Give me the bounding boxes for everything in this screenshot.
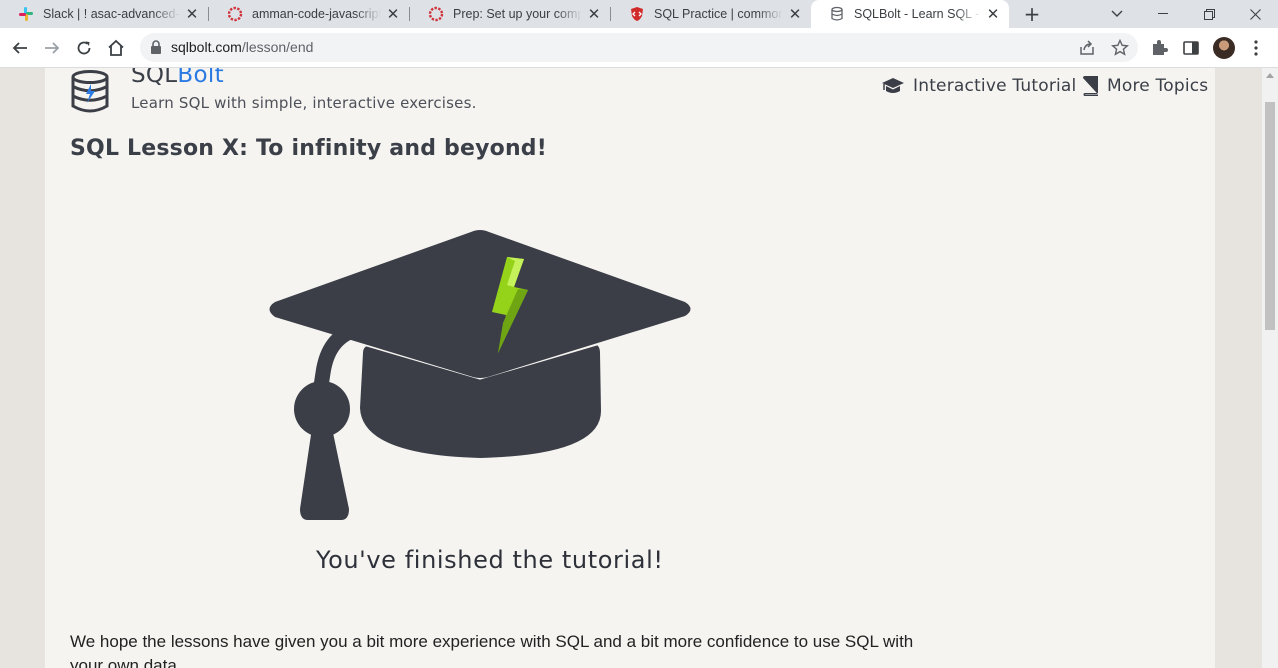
minimize-icon (1158, 13, 1168, 14)
star-icon[interactable] (1111, 39, 1129, 57)
side-panel-button[interactable] (1180, 37, 1202, 59)
tab-sqlbolt[interactable]: SQLBolt - Learn SQL - SQL ✕ (811, 0, 1009, 28)
slack-icon (18, 6, 34, 22)
url-text[interactable]: sqlbolt.com/lesson/end (171, 39, 313, 55)
url-path: /lesson/end (241, 39, 314, 55)
nav-interactive-tutorial[interactable]: Interactive Tutorial (881, 76, 1076, 96)
url-host: sqlbolt.com (171, 39, 242, 55)
restore-button[interactable] (1186, 0, 1232, 28)
lesson-title: SQL Lesson X: To infinity and beyond! (70, 136, 547, 161)
reload-icon (77, 41, 91, 55)
tab-prep-setup[interactable]: Prep: Set up your computer ✕ (410, 0, 610, 28)
home-icon (108, 39, 124, 56)
lock-icon[interactable] (150, 40, 162, 54)
shield-icon (629, 6, 645, 22)
book-icon (1083, 76, 1098, 96)
site-brand[interactable]: SQLBolt (131, 68, 224, 88)
tab-sql-practice[interactable]: SQL Practice | common_c ✕ (611, 0, 811, 28)
finished-message: You've finished the tutorial! (316, 546, 664, 574)
page-viewport: SQLBolt Learn SQL with simple, interacti… (0, 68, 1262, 668)
tab-title: amman-code-javascript-4 (252, 7, 381, 21)
restore-icon (1203, 8, 1215, 20)
address-bar[interactable]: sqlbolt.com/lesson/end (140, 33, 1138, 62)
tab-amman-code[interactable]: amman-code-javascript-4 ✕ (209, 0, 409, 28)
codefellows-icon (428, 6, 444, 22)
close-icon[interactable]: ✕ (385, 5, 401, 23)
chevron-down-icon (1111, 10, 1123, 17)
brand-bolt: Bolt (177, 68, 224, 88)
new-tab-button[interactable]: + (1020, 2, 1044, 26)
closing-paragraph: We hope the lessons have given you a bit… (70, 632, 914, 668)
database-logo-icon[interactable] (70, 70, 110, 114)
browser-toolbar: sqlbolt.com/lesson/end (0, 28, 1278, 68)
arrow-left-icon (12, 42, 27, 54)
extensions-button[interactable] (1148, 37, 1170, 59)
puzzle-icon (1153, 40, 1168, 55)
close-window-button[interactable] (1232, 0, 1278, 28)
home-button[interactable] (102, 34, 130, 62)
nav-more-topics[interactable]: More Topics (1082, 76, 1208, 96)
back-button[interactable] (6, 34, 34, 62)
menu-button[interactable] (1245, 37, 1267, 59)
nav-label: Interactive Tutorial (913, 76, 1077, 96)
close-icon[interactable]: ✕ (787, 5, 803, 23)
scrollbar-thumb[interactable] (1265, 102, 1275, 330)
page-scrollbar[interactable] (1262, 68, 1278, 668)
codefellows-icon (227, 6, 243, 22)
tab-title: SQLBolt - Learn SQL - SQL (854, 7, 981, 21)
graduation-cap-icon (882, 78, 904, 93)
side-panel-icon (1183, 41, 1199, 55)
site-tagline: Learn SQL with simple, interactive exerc… (131, 94, 477, 112)
kebab-menu-icon (1254, 40, 1258, 56)
reload-button[interactable] (70, 34, 98, 62)
brand-sql: SQL (131, 68, 178, 88)
tab-slack[interactable]: Slack | ! asac-advanced-js ✕ (0, 0, 208, 28)
tab-title: Slack | ! asac-advanced-js (43, 7, 180, 21)
close-icon (1249, 8, 1261, 20)
close-icon[interactable]: ✕ (586, 5, 602, 23)
graduation-cap-illustration (269, 230, 691, 520)
tab-search-button[interactable] (1094, 0, 1140, 28)
close-icon[interactable]: ✕ (985, 5, 1001, 23)
nav-label: More Topics (1107, 76, 1209, 96)
minimize-button[interactable] (1140, 0, 1186, 28)
arrow-right-icon (45, 42, 60, 54)
tab-title: SQL Practice | common_c (654, 7, 783, 21)
share-icon[interactable] (1078, 39, 1096, 57)
scroll-up-arrow-icon[interactable] (1266, 73, 1274, 78)
tab-title: Prep: Set up your computer (453, 7, 582, 21)
close-icon[interactable]: ✕ (184, 5, 200, 23)
database-icon (829, 6, 845, 22)
content-card: SQLBolt Learn SQL with simple, interacti… (45, 68, 1215, 668)
forward-button[interactable] (38, 34, 66, 62)
browser-tab-strip: Slack | ! asac-advanced-js ✕ amman-code-… (0, 0, 1278, 28)
profile-avatar[interactable] (1213, 37, 1235, 59)
